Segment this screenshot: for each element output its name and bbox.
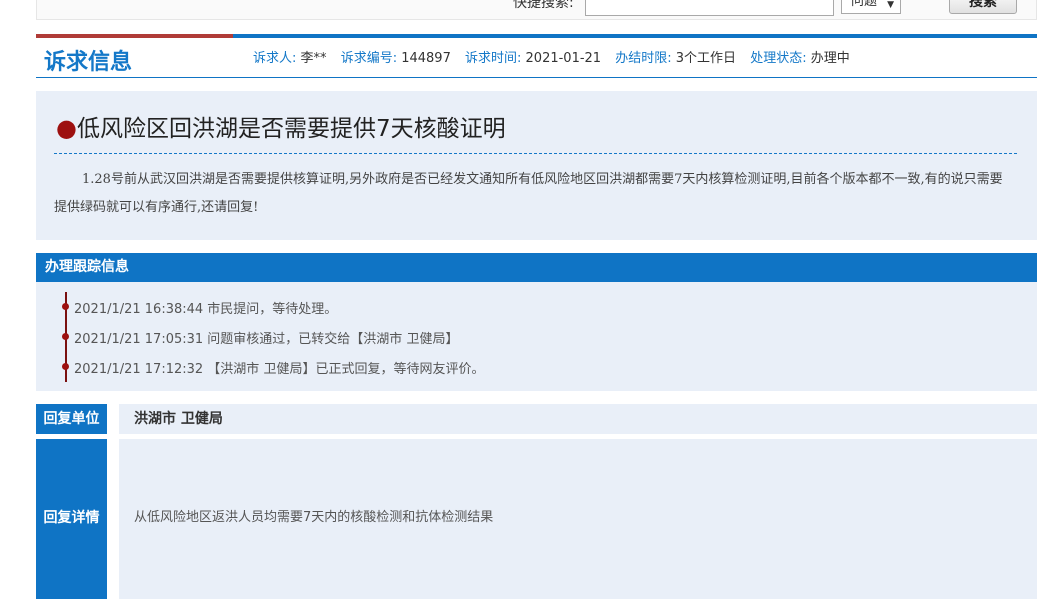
reply-unit-label: 回复单位 [36, 404, 107, 434]
reply-detail-label: 回复详情 [36, 439, 107, 599]
page-title: 诉求信息 [44, 50, 133, 75]
search-type-value: 问题 [851, 0, 878, 9]
reply-detail-value: 从低风险地区返洪人员均需要7天内的核酸检测和抗体检测结果 [119, 439, 1037, 599]
timeline-dot-icon [62, 333, 69, 340]
meta-value-number: 144897 [401, 51, 451, 66]
meta-value-petitioner: 李** [300, 51, 327, 66]
timeline-item-text: 2021/1/21 17:12:32 【洪湖市 卫健局】已正式回复，等待网友评价… [74, 362, 485, 377]
appeal-info-header: 诉求信息 诉求人: 李** 诉求编号: 144897 诉求时间: 2021-01… [36, 34, 1037, 78]
meta-key-deadline: 办结时限: [615, 51, 672, 66]
tracking-panel: 2021/1/21 16:38:44 市民提问，等待处理。 2021/1/21 … [36, 282, 1037, 391]
meta-key-number: 诉求编号: [340, 51, 398, 66]
header-accent-blue [233, 34, 1037, 38]
question-title: ●低风险区回洪湖是否需要提供7天核酸证明 [56, 109, 506, 143]
appeal-meta: 诉求人: 李** 诉求编号: 144897 诉求时间: 2021-01-21 办… [253, 47, 860, 66]
bullet-dot-icon: ● [56, 114, 77, 142]
quick-search-bar: 快捷搜索: 问题 ▼ 搜索 [36, 0, 1037, 20]
meta-value-deadline: 3个工作日 [675, 51, 737, 66]
timeline-item: 2021/1/21 16:38:44 市民提问，等待处理。 [62, 298, 338, 317]
meta-key-status: 处理状态: [750, 51, 807, 66]
tracking-header: 办理跟踪信息 [36, 253, 1037, 282]
quick-search-input[interactable] [585, 0, 834, 16]
timeline-item-text: 2021/1/21 17:05:31 问题审核通过，已转交给【洪湖市 卫健局】 [74, 332, 459, 347]
reply-unit-value: 洪湖市 卫健局 [119, 404, 1037, 434]
timeline-dot-icon [62, 363, 69, 370]
timeline-dot-icon [62, 303, 69, 310]
meta-value-time: 2021-01-21 [525, 51, 602, 66]
timeline-item: 2021/1/21 17:05:31 问题审核通过，已转交给【洪湖市 卫健局】 [62, 328, 459, 347]
question-title-text: 低风险区回洪湖是否需要提供7天核酸证明 [76, 116, 506, 142]
question-panel: ●低风险区回洪湖是否需要提供7天核酸证明 1.28号前从武汉回洪湖是否需要提供核… [36, 91, 1037, 240]
timeline-item-text: 2021/1/21 16:38:44 市民提问，等待处理。 [74, 302, 338, 317]
search-type-select[interactable]: 问题 ▼ [841, 0, 901, 14]
meta-key-time: 诉求时间: [465, 51, 522, 66]
question-divider [54, 153, 1017, 154]
header-accent-red [36, 34, 233, 38]
meta-value-status: 办理中 [810, 51, 850, 66]
timeline-item: 2021/1/21 17:12:32 【洪湖市 卫健局】已正式回复，等待网友评价… [62, 358, 485, 377]
quick-search-label: 快捷搜索: [513, 0, 574, 11]
question-body: 1.28号前从武汉回洪湖是否需要提供核算证明,另外政府是否已经发文通知所有低风险… [54, 172, 1003, 215]
chevron-down-icon: ▼ [887, 0, 894, 10]
search-button[interactable]: 搜索 [949, 0, 1017, 14]
meta-key-petitioner: 诉求人: [253, 51, 297, 66]
